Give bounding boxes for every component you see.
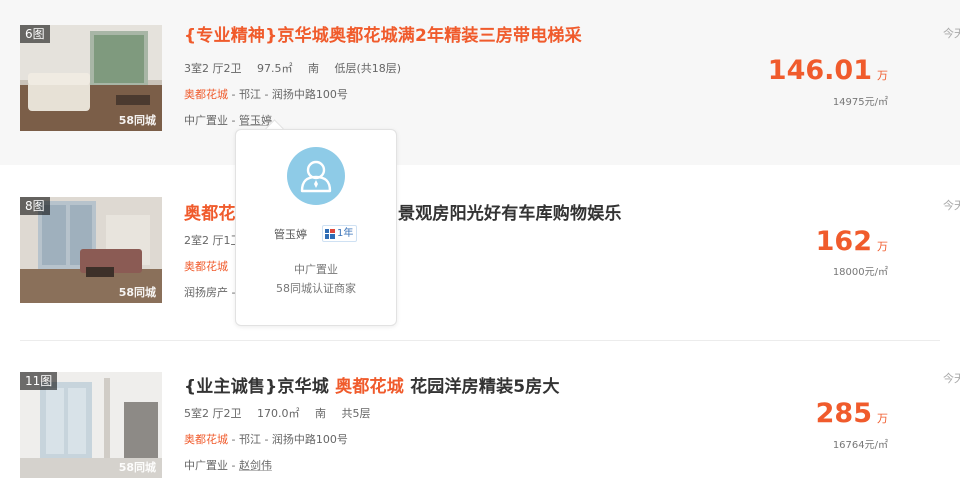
- watermark-logo: 58同城: [118, 461, 156, 474]
- badge-label: 1年: [337, 228, 354, 239]
- agent-name-link[interactable]: 赵剑伟: [239, 459, 272, 472]
- title-keyword: 奥都花城: [335, 377, 404, 397]
- listing-title[interactable]: 奥都花: [184, 199, 236, 224]
- price-unit: 万: [877, 69, 888, 82]
- listing-meta: 5室2 厅2卫 170.0㎡ 南 共5层: [184, 405, 383, 421]
- listing-item[interactable]: 6图 58同城 {专业精神}京华城奥都花城满2年精装三房带电梯采 3室2 厅2卫…: [0, 0, 960, 165]
- agency-name: 润扬房产 -: [184, 286, 236, 299]
- community-link[interactable]: 奥都花城: [184, 433, 228, 446]
- community-link[interactable]: 奥都花城: [184, 88, 228, 101]
- watermark-logo: 58同城: [118, 114, 156, 127]
- agent-popup-card: 管玉婷 1年 中广置业 58同城认证商家: [235, 129, 397, 326]
- popup-certification: 58同城认证商家: [276, 282, 356, 295]
- popup-company: 中广置业: [294, 263, 338, 276]
- price-value: 146.01: [767, 55, 872, 86]
- picture-count: 8图: [20, 197, 50, 215]
- post-date: 今天: [943, 199, 960, 212]
- listing-title[interactable]: {专业精神}京华城奥都花城满2年精装三房带电梯采: [184, 21, 582, 46]
- title-part: {业主诚售}京华城: [184, 377, 330, 397]
- listing-agent: 中广置业 - 管玉婷: [184, 112, 272, 128]
- avatar: [287, 147, 345, 205]
- listing-title[interactable]: {业主诚售}京华城 奥都花城 花园洋房精装5房大: [184, 372, 560, 397]
- floor: 低层(共18层): [334, 62, 402, 75]
- area: 170.0㎡: [257, 407, 300, 420]
- floor: 共5层: [341, 407, 371, 420]
- agency-name: 中广置业 -: [184, 114, 236, 127]
- total-price: 146.01 万: [768, 55, 888, 86]
- picture-count: 6图: [20, 25, 50, 43]
- orientation: 南: [308, 62, 319, 75]
- listing-title-start: 奥都花: [184, 204, 236, 224]
- listing-location: 奥都花城 - 邗江 - 润扬中路100号: [184, 86, 348, 102]
- member-years-badge: 1年: [322, 225, 358, 242]
- listing-title-rest[interactable]: 景观房阳光好有车库购物娱乐: [398, 199, 622, 224]
- user-avatar-icon: [300, 160, 332, 193]
- listing-thumbnail[interactable]: 6图 58同城: [20, 25, 162, 131]
- agency-name: 中广置业 -: [184, 459, 236, 472]
- room-layout: 5室2 厅2卫: [184, 407, 242, 420]
- price-value: 285: [815, 398, 872, 429]
- watermark-logo: 58同城: [118, 286, 156, 299]
- unit-price: 14975元/㎡: [832, 97, 888, 108]
- picture-count: 11图: [20, 372, 58, 390]
- listing-thumbnail[interactable]: 8图 58同城: [20, 197, 162, 303]
- title-part: 花园洋房精装5房大: [410, 377, 560, 397]
- price-value: 162: [815, 226, 872, 257]
- listing-meta: 3室2 厅2卫 97.5㎡ 南 低层(共18层): [184, 60, 413, 76]
- area: 97.5㎡: [257, 62, 293, 75]
- district: - 邗江: [231, 88, 261, 101]
- listing-location: 奥都花城 - 邗江 - 润扬中路100号: [184, 431, 348, 447]
- listing-item[interactable]: 8图 58同城 奥都花 景观房阳光好有车库购物娱乐 2室2 厅1卫 奥都花城 润…: [0, 170, 960, 335]
- community-link[interactable]: 奥都花城: [184, 260, 228, 273]
- total-price: 162 万: [816, 226, 888, 257]
- post-date: 今天: [943, 372, 960, 385]
- price-unit: 万: [877, 240, 888, 253]
- room-layout: 3室2 厅2卫: [184, 62, 242, 75]
- listing-location: 奥都花城: [184, 258, 228, 274]
- listing-item[interactable]: 11图 58同城 {业主诚售}京华城 奥都花城 花园洋房精装5房大 5室2 厅2…: [0, 345, 960, 478]
- member-badge-icon: [325, 228, 335, 239]
- listing-thumbnail[interactable]: 11图 58同城: [20, 372, 162, 478]
- district: - 邗江: [231, 433, 261, 446]
- total-price: 285 万: [816, 398, 888, 429]
- listing-agent: 润扬房产 -: [184, 284, 235, 300]
- popup-agent-name: 管玉婷: [274, 228, 307, 241]
- unit-price: 18000元/㎡: [832, 267, 888, 278]
- price-unit: 万: [877, 412, 888, 425]
- post-date: 今天: [943, 27, 960, 40]
- unit-price: 16764元/㎡: [832, 440, 888, 451]
- orientation: 南: [315, 407, 326, 420]
- room-layout: 2室2 厅1卫: [184, 234, 242, 247]
- divider: [20, 340, 940, 341]
- address: - 润扬中路100号: [264, 433, 348, 446]
- address: - 润扬中路100号: [264, 88, 348, 101]
